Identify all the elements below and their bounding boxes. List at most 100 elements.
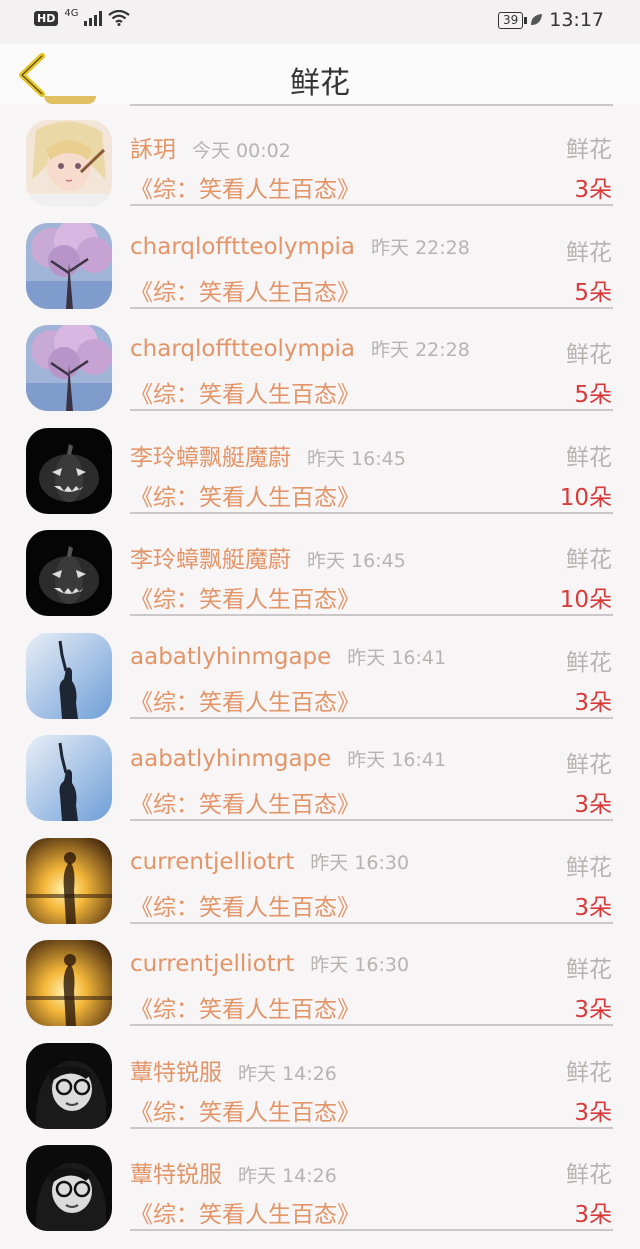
timestamp: 昨天 16:30 <box>310 851 410 874</box>
user-name[interactable]: charqlofftteolympia 昨天 22:28 <box>130 335 470 362</box>
flower-count: 10朵 <box>559 484 612 511</box>
flower-count: 3朵 <box>574 689 612 716</box>
top-bar: 鲜花 <box>0 44 640 104</box>
avatar[interactable] <box>26 1145 112 1231</box>
avatar[interactable] <box>26 632 112 719</box>
user-name-text: aabatlyhinmgape <box>130 643 332 670</box>
flower-count: 3朵 <box>574 1202 612 1228</box>
avatar[interactable] <box>26 120 112 206</box>
avatar[interactable] <box>26 222 112 309</box>
gift-type: 鲜花 <box>566 752 612 778</box>
status-bar: HD 4G 39 13:17 <box>0 0 640 44</box>
flower-count: 3朵 <box>574 997 612 1023</box>
timestamp: 今天 00:02 <box>192 140 291 162</box>
hd-indicator: HD <box>34 10 59 26</box>
timestamp: 昨天 22:28 <box>371 236 470 259</box>
book-title[interactable]: 《综：笑看人生百态》 <box>130 580 360 614</box>
user-name-text: 訸玥 <box>130 137 176 163</box>
list-item[interactable]: 李玲蟑飘艇魔蔚 昨天 16:45 鲜花《综：笑看人生百态》 10朵 <box>0 514 640 616</box>
flower-count: 5朵 <box>574 279 612 306</box>
list-item[interactable]: 蕈特锐服 昨天 14:26 鲜花《综：笑看人生百态》 3朵 <box>0 1129 640 1231</box>
battery-icon: 39 <box>497 11 528 29</box>
user-name[interactable]: charqlofftteolympia 昨天 22:28 <box>130 233 470 260</box>
user-name[interactable]: 蕈特锐服 昨天 14:26 <box>130 1053 337 1087</box>
gift-type: 鲜花 <box>566 137 612 163</box>
user-name[interactable]: aabatlyhinmgape 昨天 16:41 <box>130 745 446 772</box>
timestamp: 昨天 16:45 <box>307 447 406 470</box>
book-title[interactable]: 《综：笑看人生百态》 <box>130 1093 360 1127</box>
divider <box>130 1229 613 1231</box>
timestamp: 昨天 16:45 <box>307 550 406 572</box>
book-title[interactable]: 《综：笑看人生百态》 <box>130 1195 360 1229</box>
user-name-text: charqlofftteolympia <box>130 233 356 260</box>
book-title[interactable]: 《综：笑看人生百态》 <box>130 375 360 409</box>
timestamp: 昨天 16:30 <box>310 954 410 976</box>
wifi-icon <box>108 10 131 26</box>
user-name[interactable]: 訸玥 今天 00:02 <box>130 130 291 164</box>
eco-leaf-icon <box>531 14 543 25</box>
flower-count: 5朵 <box>574 382 612 408</box>
book-title[interactable]: 《综：笑看人生百态》 <box>130 478 360 512</box>
list-item[interactable]: 李玲蟑飘艇魔蔚 昨天 16:45 鲜花《综：笑看人生百态》 10朵 <box>0 412 640 514</box>
user-name[interactable]: currentjelliotrt 昨天 16:30 <box>130 848 409 875</box>
user-name-text: aabatlyhinmgape <box>130 746 332 772</box>
list-item[interactable]: charqlofftteolympia 昨天 22:28 鲜花《综：笑看人生百态》 5… <box>0 207 640 309</box>
user-name-text: currentjelliotrt <box>130 848 295 875</box>
gift-type: 鲜花 <box>566 1162 612 1188</box>
user-name[interactable]: aabatlyhinmgape 昨天 16:41 <box>130 643 446 670</box>
flower-count: 3朵 <box>574 177 612 203</box>
book-title[interactable]: 《综：笑看人生百态》 <box>130 990 360 1024</box>
avatar[interactable] <box>26 940 112 1026</box>
gift-type: 鲜花 <box>566 342 612 368</box>
timestamp: 昨天 16:41 <box>347 749 447 771</box>
flower-count: 3朵 <box>574 792 612 818</box>
book-title[interactable]: 《综：笑看人生百态》 <box>130 785 360 819</box>
avatar[interactable] <box>26 837 112 924</box>
user-name-text: 李玲蟑飘艇魔蔚 <box>130 547 291 573</box>
flower-count: 3朵 <box>574 894 612 921</box>
book-title[interactable]: 《综：笑看人生百态》 <box>130 683 360 717</box>
gift-type: 鲜花 <box>566 957 612 983</box>
user-name[interactable]: 李玲蟑飘艇魔蔚 昨天 16:45 <box>130 540 406 574</box>
list-item[interactable]: charqlofftteolympia 昨天 22:28 鲜花《综：笑看人生百态》 5… <box>0 309 640 411</box>
user-name-text: 李玲蟑飘艇魔蔚 <box>130 444 291 471</box>
avatar[interactable] <box>26 735 112 821</box>
list-item[interactable]: 蕈特锐服 昨天 14:26 鲜花《综：笑看人生百态》 3朵 <box>0 1027 640 1129</box>
avatar <box>44 96 96 104</box>
signal-icon <box>84 10 103 26</box>
timestamp: 昨天 14:26 <box>238 1165 337 1187</box>
list-item[interactable]: aabatlyhinmgape 昨天 16:41 鲜花《综：笑看人生百态》 3朵 <box>0 617 640 719</box>
user-name-text: currentjelliotrt <box>130 951 295 977</box>
gift-type: 鲜花 <box>566 547 612 573</box>
timestamp: 昨天 14:26 <box>238 1062 337 1085</box>
list-item[interactable]: 訸玥 今天 00:02 鲜花《综：笑看人生百态》 3朵 <box>0 104 640 206</box>
network-type: 4G <box>64 7 79 19</box>
flower-count: 10朵 <box>559 587 612 613</box>
user-name[interactable]: 蕈特锐服 昨天 14:26 <box>130 1155 337 1189</box>
timestamp: 昨天 16:41 <box>347 646 447 669</box>
book-title[interactable]: 《综：笑看人生百态》 <box>130 170 360 204</box>
list-item[interactable]: aabatlyhinmgape 昨天 16:41 鲜花《综：笑看人生百态》 3朵 <box>0 719 640 821</box>
list-item[interactable]: currentjelliotrt 昨天 16:30 鲜花《综：笑看人生百态》 3朵 <box>0 822 640 924</box>
gift-type: 鲜花 <box>566 1059 612 1086</box>
user-name-text: 蕈特锐服 <box>130 1059 222 1086</box>
page-title: 鲜花 <box>290 66 350 101</box>
avatar[interactable] <box>26 530 112 616</box>
timestamp: 昨天 22:28 <box>371 339 470 361</box>
user-name-text: 蕈特锐服 <box>130 1162 222 1188</box>
list-item[interactable]: currentjelliotrt 昨天 16:30 鲜花《综：笑看人生百态》 3朵 <box>0 924 640 1026</box>
gift-type: 鲜花 <box>566 854 612 881</box>
flower-count: 3朵 <box>574 1099 612 1126</box>
avatar[interactable] <box>26 1042 112 1129</box>
avatar[interactable] <box>26 325 112 411</box>
clock: 13:17 <box>549 9 604 31</box>
user-name-text: charqlofftteolympia <box>130 336 356 362</box>
gift-type: 鲜花 <box>566 444 612 471</box>
book-title[interactable]: 《综：笑看人生百态》 <box>130 888 360 922</box>
gift-type: 鲜花 <box>566 649 612 676</box>
user-name[interactable]: currentjelliotrt 昨天 16:30 <box>130 950 409 977</box>
avatar[interactable] <box>26 427 112 514</box>
book-title[interactable]: 《综：笑看人生百态》 <box>130 273 360 307</box>
gift-type: 鲜花 <box>566 239 612 266</box>
user-name[interactable]: 李玲蟑飘艇魔蔚 昨天 16:45 <box>130 438 406 472</box>
